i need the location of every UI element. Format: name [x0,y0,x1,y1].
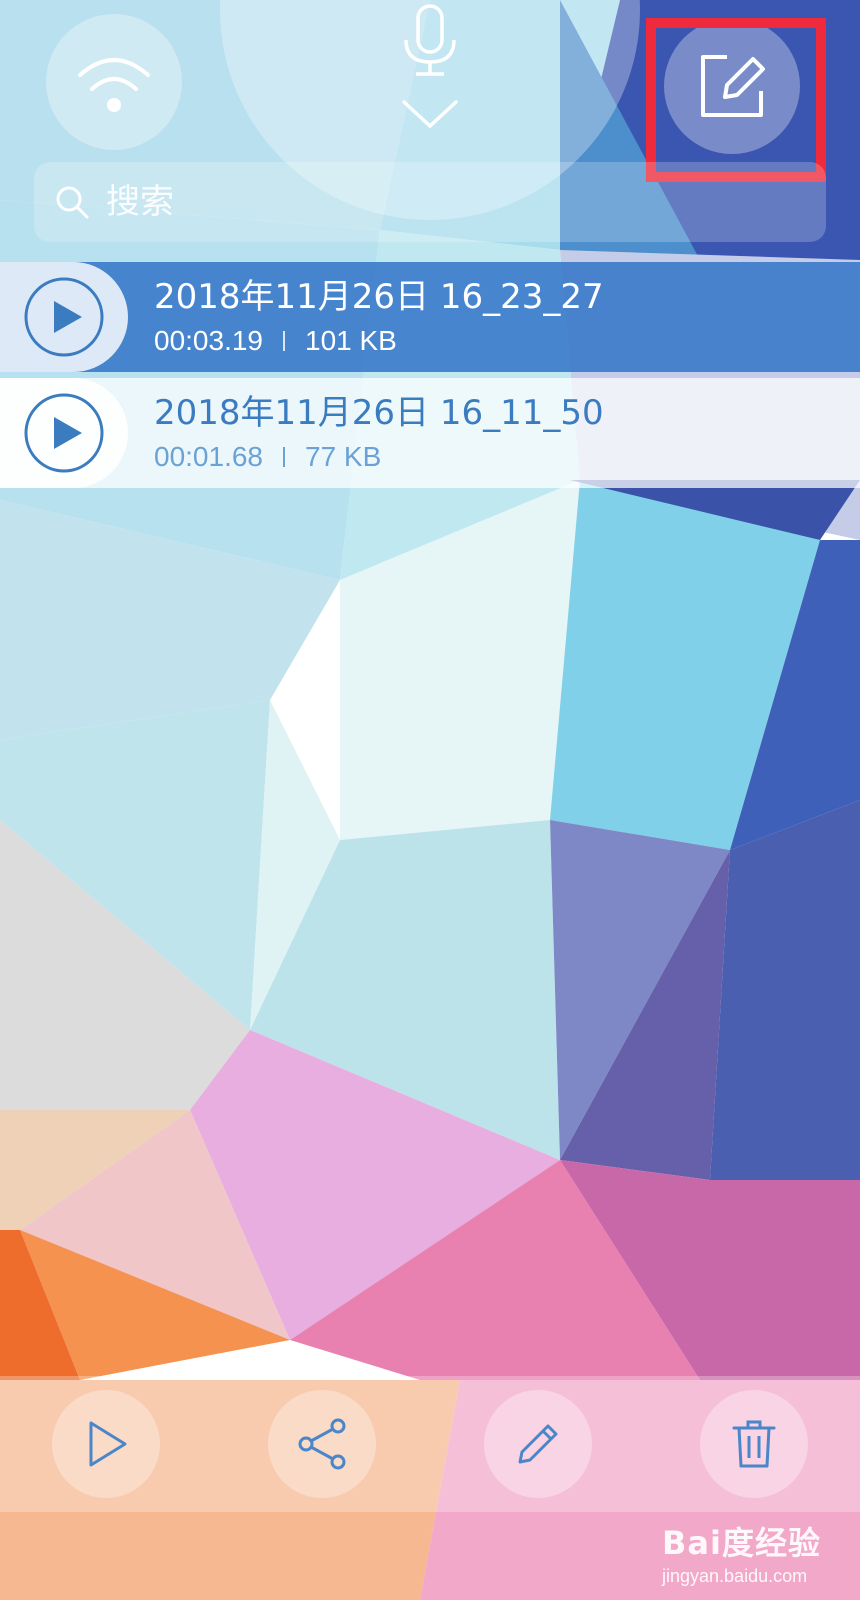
play-button[interactable] [52,1390,160,1498]
chevron-down-icon[interactable] [400,96,460,136]
recording-size: 101 KB [305,325,397,356]
share-icon [298,1418,346,1470]
recording-row[interactable]: 2018年11月26日 16_11_50 00:01.68 77 KB [0,378,860,488]
wifi-button[interactable] [46,14,182,150]
search-icon [56,186,89,219]
recording-row[interactable]: 2018年11月26日 16_23_27 00:03.19 101 KB [0,262,860,372]
record-button[interactable] [390,0,470,140]
watermark-logo: Bai度经验 [662,1524,821,1562]
wifi-icon [78,58,150,112]
watermark: Bai度经验 jingyan.baidu.com [662,1518,842,1588]
recording-size: 77 KB [305,441,382,472]
recording-title: 2018年11月26日 16_11_50 [154,393,604,433]
play-icon[interactable] [22,275,106,359]
separator [283,331,285,351]
recording-duration: 00:01.68 [154,441,263,472]
delete-button[interactable] [700,1390,808,1498]
edit-button-highlight [646,18,826,182]
pencil-icon [518,1424,558,1464]
recording-title: 2018年11月26日 16_23_27 [154,277,604,317]
watermark-url: jingyan.baidu.com [662,1566,808,1586]
search-bar[interactable] [34,162,826,242]
microphone-icon [404,4,456,76]
recording-duration: 00:03.19 [154,325,263,356]
separator [283,447,285,467]
search-input[interactable] [104,181,788,223]
rename-button[interactable] [484,1390,592,1498]
share-button[interactable] [268,1390,376,1498]
play-icon [89,1421,127,1467]
trash-icon [732,1420,776,1468]
play-icon[interactable] [22,391,106,475]
